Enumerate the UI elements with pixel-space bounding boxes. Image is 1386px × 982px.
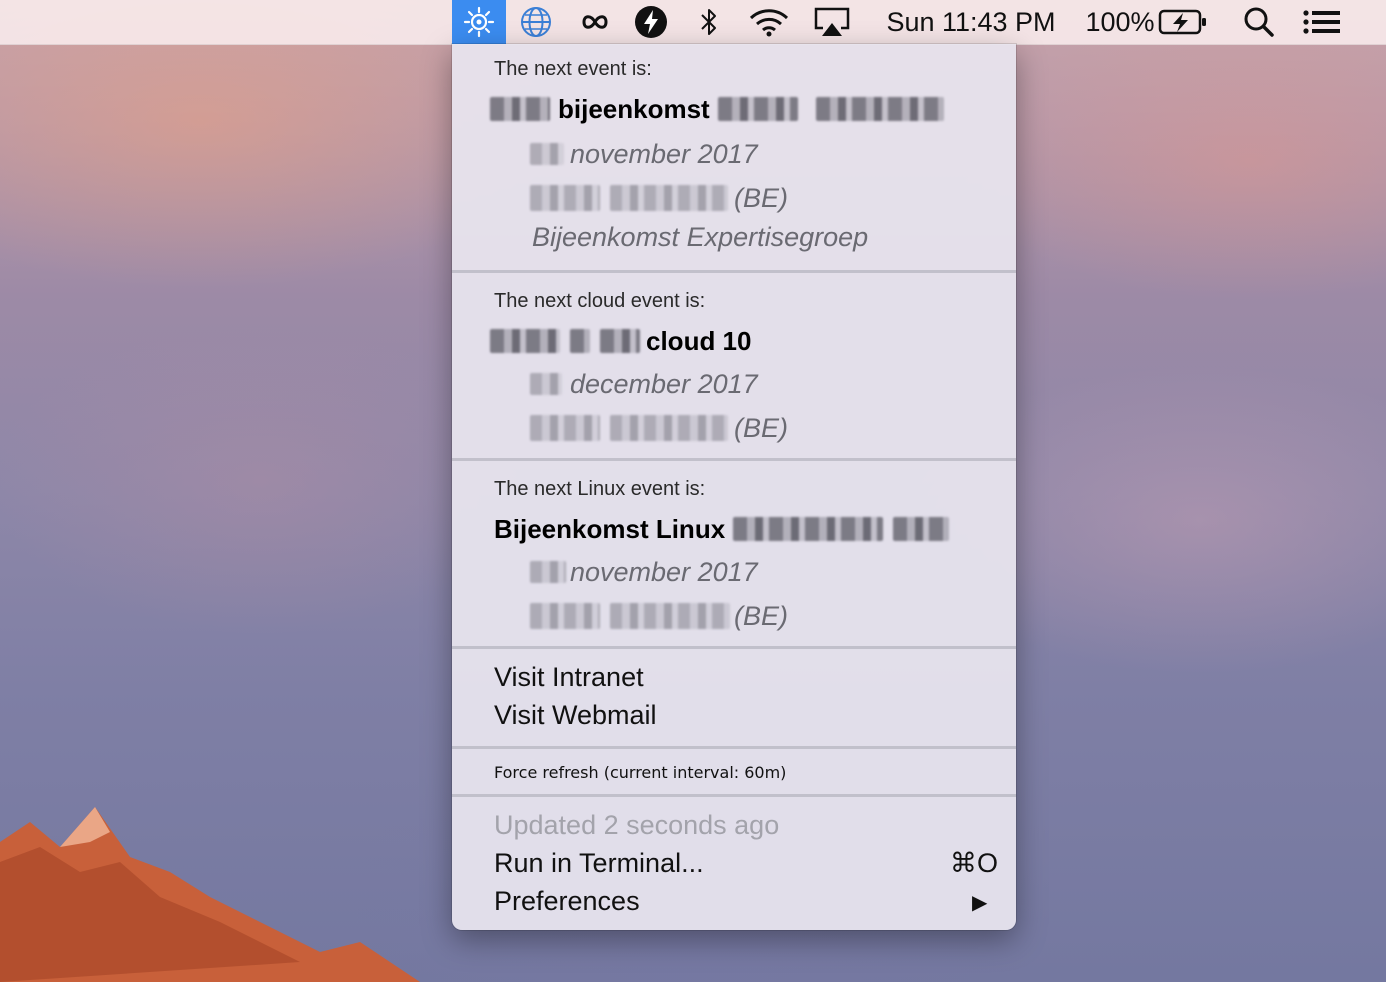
menu-separator	[452, 458, 1016, 461]
calendar-dropdown-menu: The next event is: bijeenkomst november …	[452, 44, 1016, 930]
submenu-arrow-icon: ▶	[972, 892, 988, 914]
globe-icon[interactable]	[512, 0, 560, 44]
next-cloud-event-date: december 2017	[570, 368, 758, 399]
next-event-location-row: (BE)	[530, 180, 788, 216]
last-updated-status: Updated 2 seconds ago	[494, 810, 780, 840]
next-linux-event-header: The next Linux event is:	[494, 478, 706, 500]
menu-bar: Sun 11:43 PM 100%	[0, 0, 1386, 45]
visit-intranet-menu-item[interactable]: Visit Intranet	[494, 662, 644, 693]
menu-separator	[452, 794, 1016, 797]
next-cloud-event-date-row: december 2017	[530, 366, 758, 402]
menu-separator	[452, 270, 1016, 273]
lightning-bolt-icon[interactable]	[628, 0, 674, 44]
menu-separator	[452, 746, 1016, 749]
next-cloud-event-title: cloud 10	[646, 325, 752, 356]
redacted-text	[815, 97, 944, 121]
redacted-text	[530, 373, 562, 395]
redacted-text	[600, 329, 640, 353]
redacted-text	[717, 97, 798, 121]
next-linux-event-date: november 2017	[570, 556, 758, 587]
next-event-location: (BE)	[734, 182, 788, 213]
next-cloud-event-header: The next cloud event is:	[494, 290, 706, 312]
redacted-text	[530, 603, 600, 629]
next-cloud-event-location-row: (BE)	[530, 410, 788, 446]
run-in-terminal-menu-item[interactable]: Run in Terminal...	[494, 848, 704, 879]
next-linux-event-location-row: (BE)	[530, 598, 788, 634]
redacted-text	[530, 415, 600, 441]
force-refresh-menu-item[interactable]: Force refresh (current interval: 60m)	[494, 763, 786, 782]
next-event-title-row[interactable]: bijeenkomst	[490, 92, 944, 126]
next-cloud-event-location: (BE)	[734, 412, 788, 443]
next-cloud-event-title-row[interactable]: cloud 10	[490, 324, 751, 358]
notification-center-icon[interactable]	[1298, 0, 1346, 44]
redacted-text	[733, 517, 884, 541]
sun-gear-icon	[463, 6, 495, 38]
wifi-icon[interactable]	[744, 0, 794, 44]
run-in-terminal-shortcut: ⌘O	[950, 848, 999, 878]
redacted-text	[530, 185, 600, 211]
clock[interactable]: Sun 11:43 PM	[878, 0, 1064, 44]
bluetooth-icon[interactable]	[688, 0, 730, 44]
preferences-menu-item[interactable]: Preferences	[494, 886, 640, 917]
infinity-icon[interactable]	[572, 0, 618, 44]
next-linux-event-title-row[interactable]: Bijeenkomst Linux	[494, 512, 950, 546]
redacted-text	[490, 329, 560, 353]
battery-percentage[interactable]: 100%	[1085, 0, 1154, 44]
next-linux-event-location: (BE)	[734, 600, 788, 631]
next-linux-event-date-row: november 2017	[530, 554, 758, 590]
mountain-peak	[0, 807, 420, 982]
next-event-description: Bijeenkomst Expertisegroep	[532, 222, 869, 252]
next-linux-event-title: Bijeenkomst Linux	[494, 513, 726, 544]
redacted-text	[610, 415, 728, 441]
airplay-icon[interactable]	[808, 0, 856, 44]
next-event-title: bijeenkomst	[558, 93, 710, 124]
redacted-text	[893, 517, 950, 541]
calendar-status-item[interactable]	[452, 0, 506, 44]
spotlight-search-icon[interactable]	[1236, 0, 1282, 44]
redacted-text	[570, 329, 590, 353]
redacted-text	[530, 561, 566, 583]
next-event-date: november 2017	[570, 138, 758, 169]
battery-charging-icon[interactable]	[1156, 0, 1210, 44]
redacted-text	[610, 185, 728, 211]
redacted-text	[530, 143, 564, 165]
next-event-date-row: november 2017	[530, 136, 758, 172]
redacted-text	[610, 603, 730, 629]
next-event-header: The next event is:	[494, 58, 652, 80]
visit-webmail-menu-item[interactable]: Visit Webmail	[494, 700, 657, 731]
redacted-text	[490, 97, 550, 121]
menu-separator	[452, 646, 1016, 649]
